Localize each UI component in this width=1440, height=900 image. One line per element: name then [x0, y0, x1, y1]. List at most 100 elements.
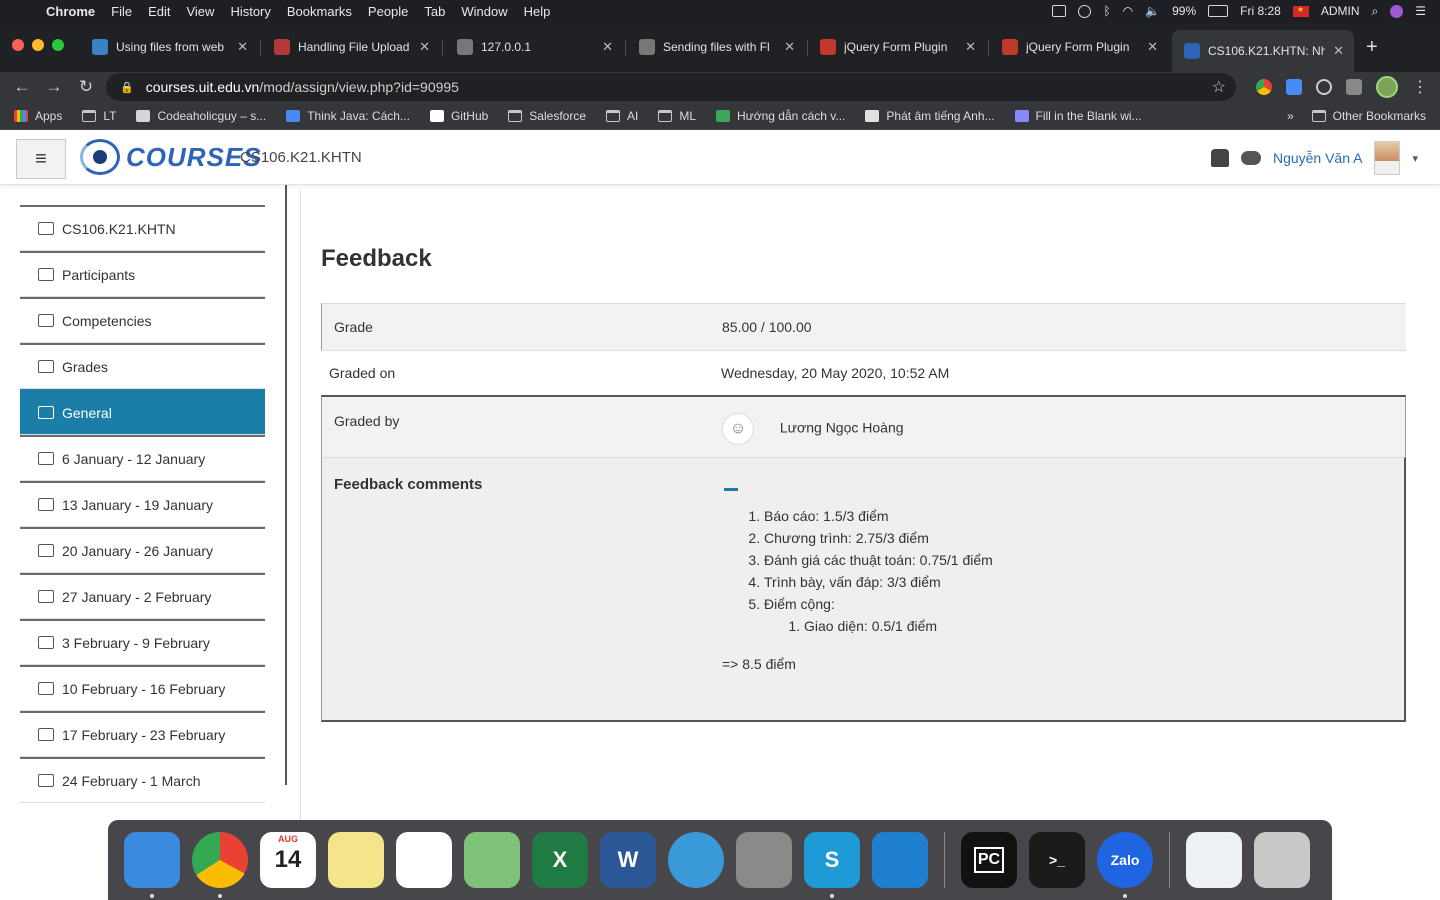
bookmark-item[interactable]: ML — [658, 109, 696, 123]
gear-extension-icon[interactable] — [1316, 79, 1332, 95]
notification-bell-icon[interactable] — [1210, 149, 1229, 167]
site-logo[interactable]: COURSES — [80, 139, 262, 175]
menu-bookmarks[interactable]: Bookmarks — [279, 4, 360, 19]
translate-extension-icon[interactable] — [1286, 79, 1302, 95]
user-menu[interactable]: ADMIN — [1321, 4, 1360, 18]
grader-name[interactable]: Lương Ngọc Hoàng — [780, 420, 904, 436]
address-bar[interactable]: 🔒 courses.uit.edu.vn /mod/assign/view.ph… — [106, 73, 1236, 101]
notification-center-icon[interactable]: ☰ — [1415, 4, 1426, 18]
tab-close-icon[interactable]: ✕ — [965, 39, 976, 55]
tab-close-icon[interactable]: ✕ — [237, 39, 248, 55]
menu-history[interactable]: History — [222, 4, 278, 19]
close-window-button[interactable] — [12, 39, 24, 51]
back-arrow-icon[interactable]: ← — [6, 77, 38, 97]
word-icon[interactable]: W — [600, 832, 656, 888]
menu-people[interactable]: People — [360, 4, 416, 19]
documents-icon[interactable] — [1186, 832, 1242, 888]
calendar-icon[interactable]: 14 AUG — [260, 832, 316, 888]
zoom-window-button[interactable] — [52, 39, 64, 51]
bookmark-item[interactable]: Fill in the Blank wi... — [1014, 109, 1142, 123]
spotlight-search-icon[interactable]: ⌕ — [1372, 4, 1379, 19]
browser-tab[interactable]: Using files from web ✕ — [80, 32, 258, 62]
sidebar-item[interactable]: Grades — [20, 343, 265, 389]
menu-tab[interactable]: Tab — [416, 4, 453, 19]
tab-close-icon[interactable]: ✕ — [602, 39, 613, 55]
sidebar-item[interactable]: 20 January - 26 January — [20, 527, 265, 573]
other-bookmarks[interactable]: Other Bookmarks — [1311, 109, 1426, 123]
browser-tab[interactable]: CS106.K21.KHTN: Nh ✕ — [1172, 30, 1354, 72]
vscode-icon[interactable] — [872, 832, 928, 888]
menu-view[interactable]: View — [178, 4, 222, 19]
tab-close-icon[interactable]: ✕ — [784, 39, 795, 55]
user-name[interactable]: Nguyễn Văn A — [1273, 150, 1363, 166]
sidebar-item[interactable]: Competencies — [20, 297, 265, 343]
volume-icon[interactable]: 🔈 — [1145, 4, 1160, 18]
tab-close-icon[interactable]: ✕ — [1333, 43, 1344, 59]
system-preferences-icon[interactable] — [736, 832, 792, 888]
excel-icon[interactable]: X — [532, 832, 588, 888]
puzzle-extensions-icon[interactable] — [1346, 79, 1362, 95]
sidebar-item[interactable]: 17 February - 23 February — [20, 711, 265, 757]
bookmark-item[interactable]: Phát âm tiếng Anh... — [865, 109, 995, 123]
grader-avatar-icon[interactable]: ☺ — [722, 413, 754, 445]
new-tab-button[interactable]: + — [1366, 36, 1378, 59]
browser-tab[interactable]: Handling File Upload ✕ — [262, 32, 440, 62]
bookmark-item[interactable]: Apps — [14, 109, 62, 123]
menu-window[interactable]: Window — [453, 4, 515, 19]
lock-icon[interactable]: 🔒 — [120, 81, 134, 94]
bookmark-item[interactable]: Salesforce — [508, 109, 586, 123]
sync-icon[interactable] — [1078, 4, 1092, 18]
chevron-down-icon[interactable]: ▾ — [1412, 152, 1418, 165]
chrome-icon[interactable] — [192, 832, 248, 898]
notes-icon[interactable] — [328, 832, 384, 888]
forward-arrow-icon[interactable]: → — [38, 77, 70, 97]
sidebar-item[interactable]: CS106.K21.KHTN — [20, 205, 265, 251]
browser-tab[interactable]: Sending files with Fl ✕ — [627, 32, 805, 62]
sidebar-item[interactable]: General — [20, 389, 265, 435]
menu-help[interactable]: Help — [516, 4, 559, 19]
terminal-icon[interactable]: >_ — [1029, 832, 1085, 888]
maps-icon[interactable] — [464, 832, 520, 888]
browser-tab[interactable]: jQuery Form Plugin ✕ — [808, 32, 986, 62]
user-avatar[interactable] — [1374, 141, 1401, 175]
bookmark-item[interactable]: Codeaholicguy – s... — [136, 109, 266, 123]
trash-icon[interactable] — [1254, 832, 1310, 888]
sidebar-item[interactable]: 6 January - 12 January — [20, 435, 265, 481]
bookmark-star-icon[interactable]: ☆ — [1212, 77, 1226, 97]
bookmark-item[interactable]: GitHub — [429, 109, 488, 123]
chrome-menu-icon[interactable]: ⋮ — [1412, 77, 1428, 97]
course-shortname[interactable]: CS106.K21.KHTN — [240, 149, 362, 166]
battery-percent[interactable]: 99% — [1172, 4, 1196, 18]
screen-mirroring-icon[interactable] — [1052, 5, 1067, 17]
bookmark-item[interactable]: Hướng dẫn cách v... — [716, 109, 845, 123]
sidebar-item[interactable]: 27 January - 2 February — [20, 573, 265, 619]
reminders-icon[interactable] — [396, 832, 452, 888]
messages-icon[interactable] — [1240, 151, 1261, 165]
clock[interactable]: Fri 8:28 — [1240, 4, 1281, 18]
sidebar-item[interactable]: 13 January - 19 January — [20, 481, 265, 527]
menu-file[interactable]: File — [103, 4, 140, 19]
extension-colorful-icon[interactable] — [1256, 79, 1272, 95]
menu-chrome[interactable]: Chrome — [38, 4, 103, 19]
tab-close-icon[interactable]: ✕ — [419, 39, 430, 55]
browser-tab[interactable]: jQuery Form Plugin ✕ — [990, 32, 1168, 62]
skype-icon[interactable]: S — [804, 832, 860, 898]
finder-icon[interactable] — [124, 832, 180, 898]
pycharm-icon[interactable]: PC — [961, 832, 1017, 888]
sidebar-item[interactable]: 10 February - 16 February — [20, 665, 265, 711]
profile-avatar[interactable] — [1376, 76, 1398, 98]
sidebar-item[interactable]: 3 February - 9 February — [20, 619, 265, 665]
drawer-toggle-button[interactable]: ≡ — [16, 139, 66, 179]
safari-icon[interactable] — [668, 832, 724, 888]
bookmark-item[interactable]: LT — [82, 109, 116, 123]
sidebar-item[interactable]: 24 February - 1 March — [20, 757, 265, 803]
tab-close-icon[interactable]: ✕ — [1147, 39, 1158, 55]
bookmarks-overflow-button[interactable]: » — [1287, 109, 1294, 123]
bluetooth-icon[interactable]: ᛒ — [1103, 4, 1110, 18]
minimize-window-button[interactable] — [32, 39, 44, 51]
bookmark-item[interactable]: AI — [606, 109, 638, 123]
reload-icon[interactable]: ↻ — [70, 77, 102, 97]
input-source-flag-icon[interactable] — [1292, 5, 1309, 17]
zalo-icon[interactable]: Zalo — [1097, 832, 1153, 898]
bookmark-item[interactable]: Think Java: Cách... — [286, 109, 410, 123]
